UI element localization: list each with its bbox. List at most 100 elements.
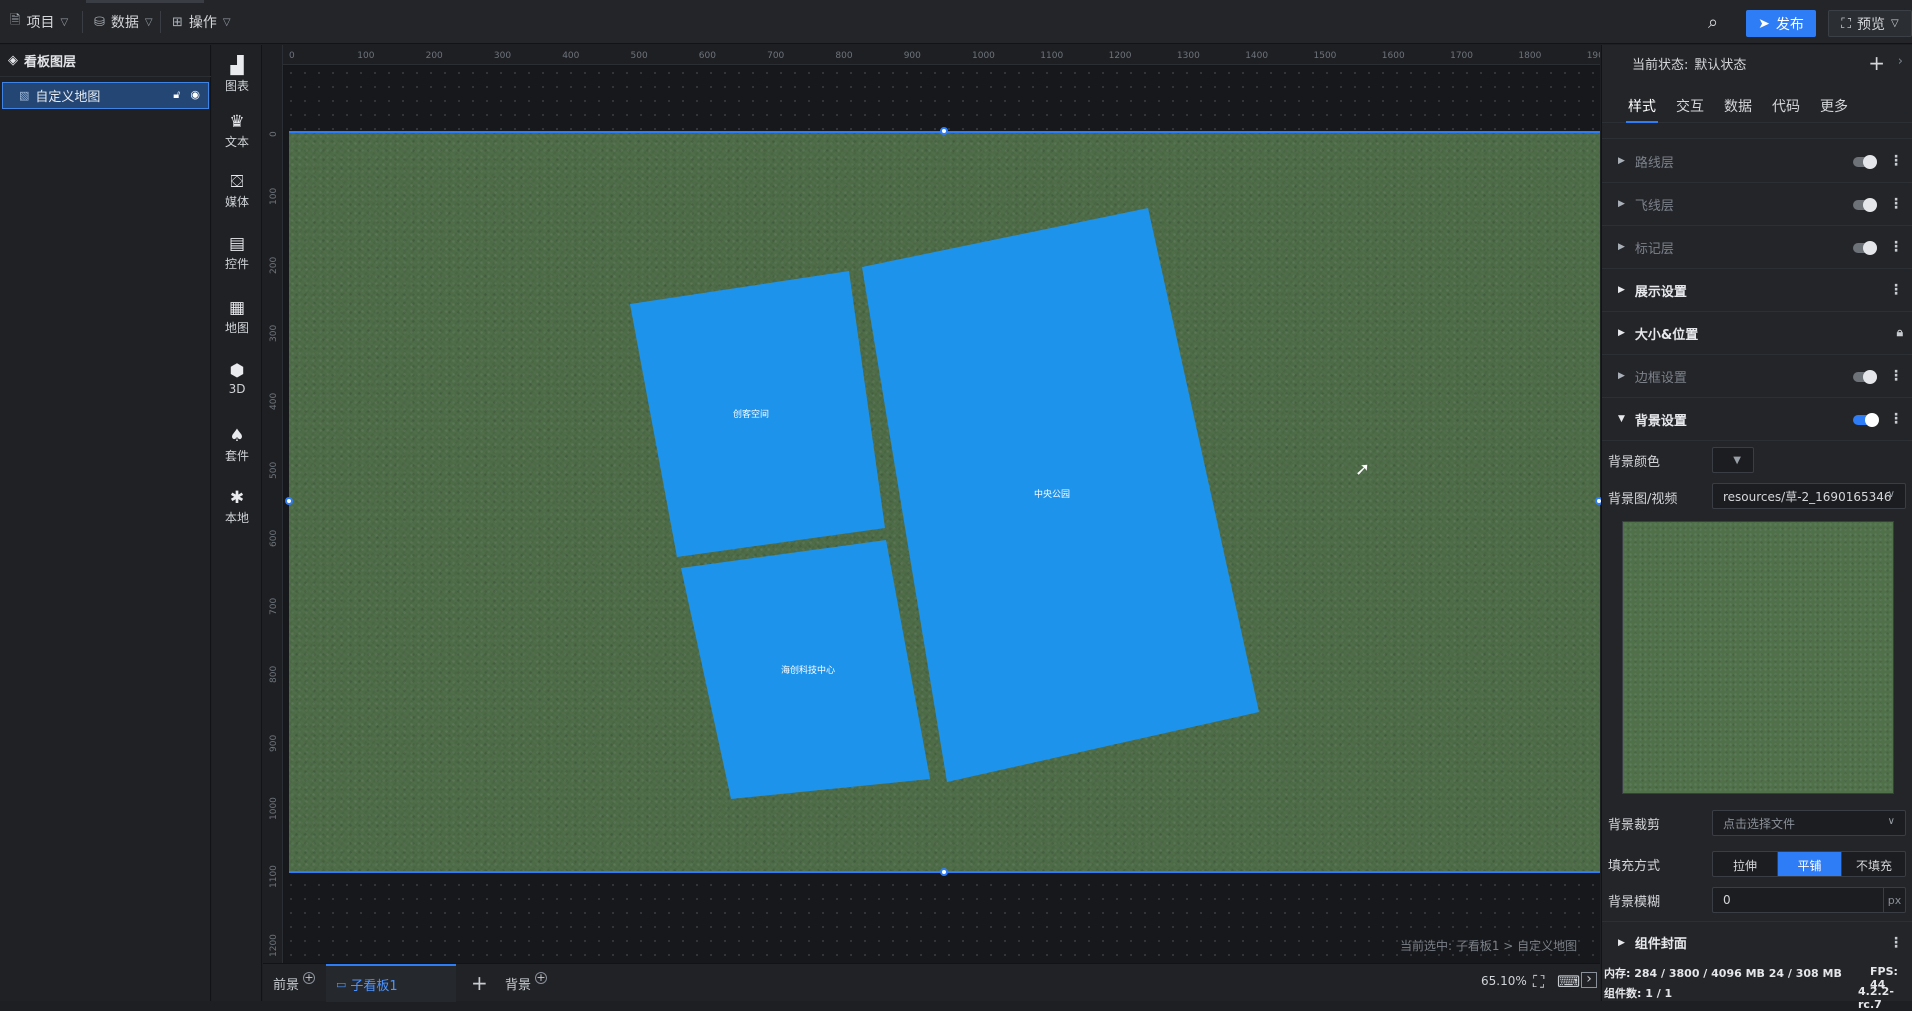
tool-3d[interactable]: ⬢ 3D — [212, 351, 262, 407]
memory-readout: 内存: 284 / 3800 / 4096 MB 24 / 308 MB — [1604, 967, 1842, 980]
section-component-cover[interactable]: ▶ 组件封面 ⋮ — [1602, 921, 1912, 963]
more-icon[interactable]: ⋮ — [1889, 239, 1903, 255]
toggle-switch[interactable] — [1853, 241, 1877, 255]
document-icon: 🗎 — [10, 13, 21, 28]
tab-interaction[interactable]: 交互 — [1666, 89, 1714, 123]
more-icon[interactable]: ⋮ — [1889, 196, 1903, 212]
fill-option-none[interactable]: 不填充 — [1842, 852, 1905, 876]
tab-data[interactable]: 数据 — [1714, 89, 1762, 123]
more-icon[interactable]: ⋮ — [1889, 282, 1903, 298]
ruler-tick-label: 300 — [493, 51, 512, 61]
tab-code[interactable]: 代码 — [1762, 89, 1810, 123]
more-icon[interactable]: ⋮ — [1889, 368, 1903, 384]
tab-sub-board[interactable]: ▭ 子看板1 — [326, 964, 456, 1002]
ruler-tick-label: 300 — [269, 324, 279, 342]
publish-button[interactable]: ➤ 发布 — [1746, 10, 1816, 37]
background-image-preview[interactable] — [1622, 521, 1894, 794]
add-board-button[interactable]: + — [471, 964, 488, 1002]
unlock-icon[interactable]: 🔓︎ — [173, 88, 180, 102]
resize-handle-left[interactable] — [285, 497, 293, 505]
property-tabs: 样式 交互 数据 代码 更多 — [1602, 89, 1912, 123]
tab-background[interactable]: 背景 + — [505, 964, 548, 1002]
section-background-settings[interactable]: ▼ 背景设置 ⋮ — [1602, 398, 1912, 441]
cube-icon: ⬢ — [229, 361, 245, 381]
layer-panel: ◈ 看板图层 ▧ 自定义地图 🔓︎ ◉ — [0, 45, 211, 1001]
ruler-tick-label: 100 — [357, 51, 375, 61]
eye-icon[interactable]: ◉ — [190, 88, 200, 102]
menu-operation[interactable]: ⊞ 操作 ▽ — [162, 0, 241, 44]
more-icon[interactable]: ⋮ — [1889, 153, 1903, 169]
tool-local[interactable]: ✱ 本地 — [212, 479, 262, 535]
section-clipped — [1602, 123, 1912, 139]
fill-option-stretch[interactable]: 拉伸 — [1713, 852, 1778, 876]
custom-map[interactable]: 创客空间 海创科技中心 中央公园 — [289, 131, 1600, 873]
caret-down-icon: ▼ — [1618, 414, 1625, 424]
state-selector[interactable]: 当前状态: 默认状态 + › — [1602, 45, 1912, 81]
ruler-tick-label: 1400 — [1245, 51, 1269, 61]
ruler-tick-label: 500 — [269, 461, 279, 479]
background-color-picker[interactable]: ▼ — [1712, 447, 1754, 473]
ruler-tick-label: 1100 — [269, 865, 279, 889]
section-flyline-layer[interactable]: ▶ 飞线层 ⋮ — [1602, 183, 1912, 226]
ruler-tick-label: 1200 — [269, 933, 279, 957]
resize-handle-top[interactable] — [940, 127, 948, 135]
background-blur-input[interactable]: 0 px — [1712, 887, 1906, 913]
add-state-icon[interactable]: + — [1868, 51, 1885, 75]
ruler-tick-label: 1000 — [269, 797, 279, 820]
status-bar: 内存: 284 / 3800 / 4096 MB 24 / 308 MB FPS… — [1601, 963, 1912, 1011]
zoom-level[interactable]: 65.10% — [1481, 974, 1527, 988]
background-image-select[interactable]: resources/草-2_1690165346 ∨ — [1712, 483, 1906, 509]
ruler-tick-label: 500 — [630, 51, 648, 61]
plus-icon: + — [471, 971, 488, 995]
layer-item-custom-map[interactable]: ▧ 自定义地图 🔓︎ ◉ — [2, 82, 209, 109]
component-toolstrip: ▟ 图表 ♛ 文本 ⛋ 媒体 ▤ 控件 ▦ 地图 ⬢ 3D ♠ 套件 ✱ 本地 — [212, 45, 262, 1001]
lock-icon[interactable]: 🔒︎ — [1897, 325, 1903, 340]
background-crop-select[interactable]: 点击选择文件 ∨ — [1712, 810, 1906, 836]
menu-data[interactable]: ⛁ 数据 ▽ — [84, 0, 163, 44]
add-circle-icon[interactable]: + — [535, 972, 548, 984]
tool-kit[interactable]: ♠ 套件 — [212, 417, 262, 473]
fill-option-tile[interactable]: 平铺 — [1778, 852, 1842, 876]
tool-media[interactable]: ⛋ 媒体 — [212, 163, 262, 219]
section-route-layer[interactable]: ▶ 路线层 ⋮ — [1602, 140, 1912, 183]
fit-screen-icon[interactable]: ⛶ — [1533, 972, 1544, 992]
tool-chart[interactable]: ▟ 图表 — [212, 47, 262, 103]
search-icon[interactable]: ⌕ — [1708, 12, 1718, 33]
chevron-down-icon: ∨ — [1887, 489, 1895, 500]
tool-text[interactable]: ♛ 文本 — [212, 103, 262, 159]
terminal-icon[interactable]: › — [1581, 972, 1597, 988]
property-panel: 当前状态: 默认状态 + › 样式 交互 数据 代码 更多 ▶ 路线层 ⋮ ▶ … — [1601, 45, 1912, 963]
tab-style[interactable]: 样式 — [1618, 89, 1666, 123]
chevron-down-icon: ∨ — [1887, 816, 1895, 827]
ruler-tick-label: 400 — [269, 393, 279, 411]
section-border-settings[interactable]: ▶ 边框设置 ⋮ — [1602, 355, 1912, 398]
more-icon[interactable]: ⋮ — [1889, 411, 1903, 427]
tab-foreground[interactable]: 前景 + — [273, 964, 316, 1002]
menu-project[interactable]: 🗎 项目 ▽ — [0, 0, 78, 44]
toggle-switch[interactable] — [1853, 413, 1879, 427]
toggle-switch[interactable] — [1853, 198, 1877, 212]
preview-button[interactable]: ⛶ 预览 ▽ — [1828, 10, 1912, 37]
more-icon[interactable]: ⋮ — [1889, 935, 1903, 951]
ruler-tick-label: 0 — [289, 51, 295, 61]
caret-right-icon: ▶ — [1618, 285, 1625, 295]
toggle-switch[interactable] — [1853, 370, 1877, 384]
toggle-switch[interactable] — [1853, 155, 1877, 169]
database-icon: ⛁ — [94, 14, 105, 30]
caret-down-icon: ▼ — [1733, 455, 1741, 466]
keyboard-icon[interactable]: ⌨ — [1557, 972, 1580, 991]
ruler-tick-label: 1700 — [1450, 51, 1473, 61]
section-display-settings[interactable]: ▶ 展示设置 ⋮ — [1602, 269, 1912, 312]
tool-widget[interactable]: ▤ 控件 — [212, 225, 262, 281]
tool-map[interactable]: ▦ 地图 — [212, 289, 262, 345]
chevron-right-icon[interactable]: › — [1898, 54, 1903, 69]
resize-handle-bottom[interactable] — [940, 868, 948, 876]
ruler-tick-label: 0 — [269, 131, 279, 137]
ruler-tick-label: 1500 — [1313, 51, 1337, 61]
section-marker-layer[interactable]: ▶ 标记层 ⋮ — [1602, 226, 1912, 269]
tab-more[interactable]: 更多 — [1810, 89, 1858, 123]
add-circle-icon[interactable]: + — [303, 972, 316, 984]
widget-icon: ▤ — [228, 233, 246, 254]
section-size-position[interactable]: ▶ 大小&位置 🔒︎ — [1602, 312, 1912, 355]
map-layer-icon: ▧ — [19, 89, 30, 102]
